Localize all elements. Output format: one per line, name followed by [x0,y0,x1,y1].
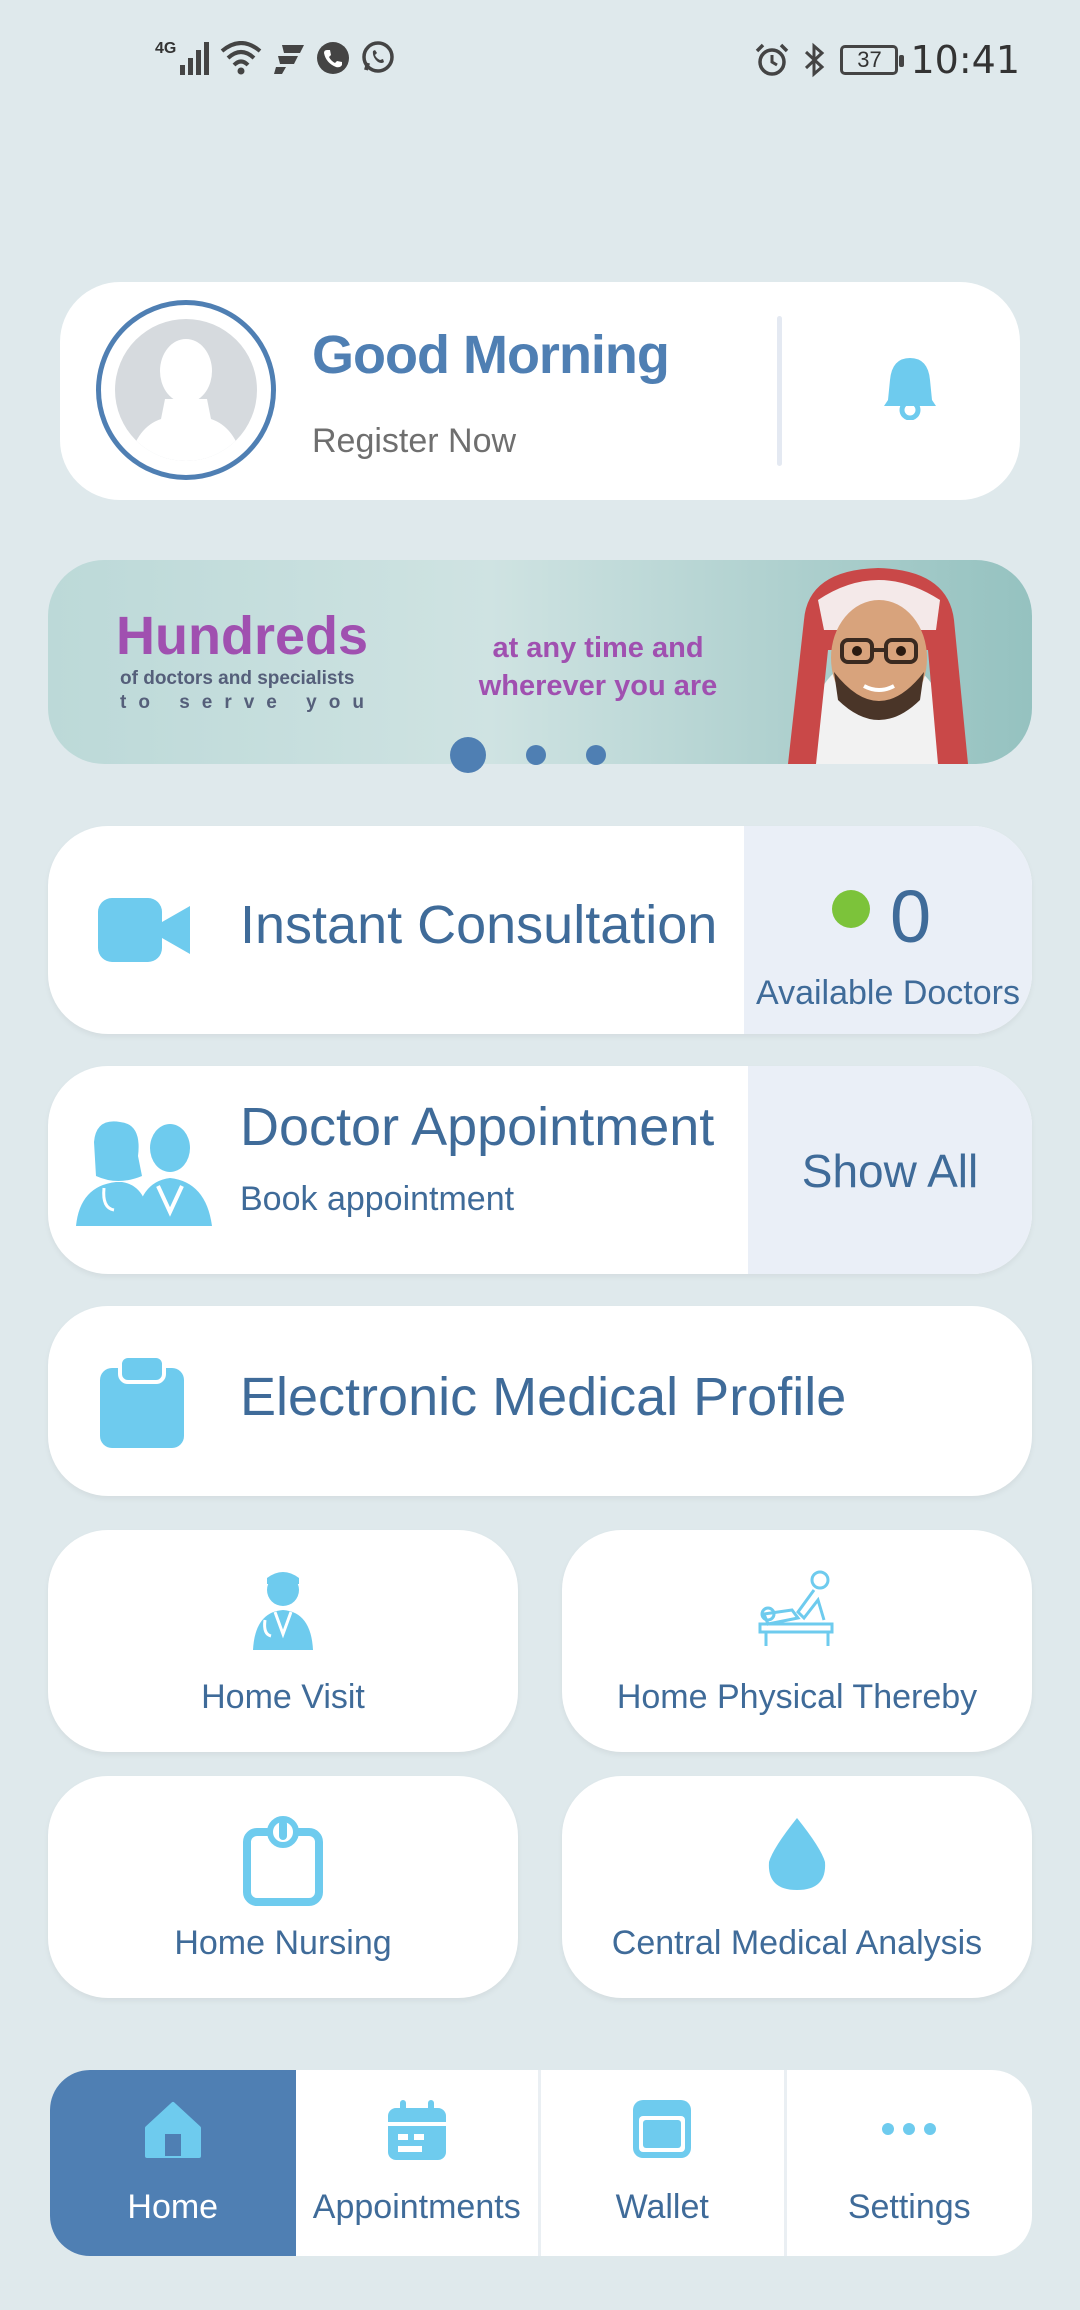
nav-label-appointments: Appointments [312,2188,521,2226]
carousel-dot[interactable] [586,745,606,765]
battery-level: 37 [857,47,882,72]
doctor-icon [48,1570,518,1650]
available-doctors-panel: 0 Available Doctors [744,826,1032,1034]
status-left: 4G [155,40,396,76]
banner-line-1: of doctors and specialists [120,668,355,689]
available-doctors-count: 0 [890,875,932,958]
home-physical-therapy-tile[interactable]: Home Physical Thereby [562,1530,1032,1752]
home-physical-therapy-label: Home Physical Thereby [616,1678,978,1716]
instant-consultation-label: Instant Consultation [240,895,718,955]
status-time: 10:41 [910,38,1020,82]
banner-headline: Hundreds [116,606,369,666]
online-status-dot [832,890,870,928]
doctors-icon [76,1116,212,1231]
more-icon [787,2122,1033,2136]
book-appointment-subtitle: Book appointment [240,1180,515,1218]
alarm-icon [756,43,789,76]
home-visit-tile[interactable]: Home Visit [48,1530,518,1752]
video-camera-icon [98,898,190,967]
medical-profile-card[interactable]: Electronic Medical Profile [48,1306,1032,1496]
nav-label-home: Home [127,2188,219,2226]
home-nursing-tile[interactable]: Home Nursing [48,1776,518,1998]
calendar-icon [296,2100,539,2160]
home-nursing-label: Home Nursing [174,1924,392,1962]
doctor-appointment-card[interactable]: Doctor Appointment Book appointment Show… [48,1066,1032,1274]
blood-drop-icon [562,1816,1032,1892]
whatsapp-icon [362,41,395,73]
network-type: 4G [155,40,177,57]
banner-tagline-1: at any time and [492,632,704,664]
doctor-appointment-title: Doctor Appointment [240,1097,715,1157]
show-all-button[interactable]: Show All [748,1066,1032,1274]
nav-item-home[interactable]: Home [50,2070,296,2256]
central-medical-analysis-label: Central Medical Analysis [611,1924,983,1962]
bell-icon[interactable] [880,354,940,425]
medical-profile-label: Electronic Medical Profile [240,1367,847,1427]
doctor-character-image [788,568,968,764]
central-medical-analysis-tile[interactable]: Central Medical Analysis [562,1776,1032,1998]
clipboard-icon [100,1354,184,1453]
carousel-indicator[interactable] [450,737,606,773]
nav-label-settings: Settings [847,2188,971,2226]
available-doctors-label: Available Doctors [756,974,1020,1012]
register-link[interactable]: Register Now [312,422,516,461]
avatar-placeholder-icon [115,319,257,461]
carousel-dot[interactable] [526,745,546,765]
app-notification-icon [274,45,305,74]
instant-consultation-card[interactable]: Instant Consultation 0 Available Doctors [48,826,1032,1034]
wifi-icon [221,41,262,75]
banner-line-2: to serve you [120,692,376,713]
avatar[interactable] [96,300,276,480]
show-all-label: Show All [801,1145,979,1197]
home-visit-label: Home Visit [201,1678,365,1716]
promo-banner[interactable]: Hundreds of doctors and specialists to s… [48,560,1032,764]
phone-app-icon [317,42,350,74]
greeting-card: Good Morning Register Now [60,282,1020,500]
header-divider [777,316,782,466]
nav-item-appointments[interactable]: Appointments [296,2070,541,2256]
signal-icon [180,42,210,75]
physiotherapy-icon [562,1570,1032,1646]
bluetooth-icon [805,42,825,78]
status-right: 37 10:41 [754,38,1020,82]
wallet-icon [541,2100,784,2158]
banner-tagline-2: wherever you are [478,670,718,702]
nav-item-wallet[interactable]: Wallet [541,2070,787,2256]
bottom-navigation: Home Appointments Wallet Settings [50,2070,1032,2256]
status-bar: 4G 37 10:41 [0,0,1080,120]
home-icon [50,2100,296,2160]
nav-item-settings[interactable]: Settings [787,2070,1033,2256]
carousel-dot-active[interactable] [450,737,486,773]
nav-label-wallet: Wallet [615,2188,709,2226]
greeting-text: Good Morning [312,325,670,385]
clipboard-icon [48,1816,518,1906]
battery-icon: 37 [840,45,905,75]
